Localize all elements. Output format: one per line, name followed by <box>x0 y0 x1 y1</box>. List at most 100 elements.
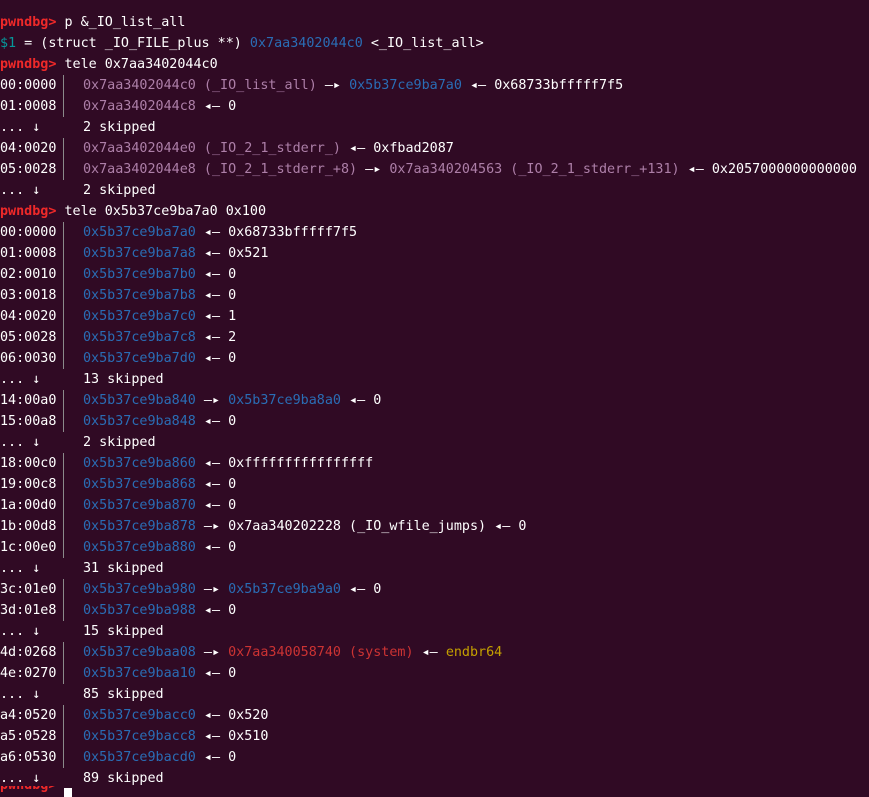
column-divider <box>63 306 64 327</box>
tele-row: a5:0528 0x5b37ce9bacc8 ◂— 0x510 <box>0 726 268 747</box>
skip-marker: ... ↓ <box>0 561 41 576</box>
skip-marker: ... ↓ <box>0 435 41 450</box>
arrow-left-icon: ◂— <box>195 540 229 555</box>
row-address: 0x5b37ce9ba7b0 <box>83 267 196 282</box>
column-divider <box>63 579 64 600</box>
tele-row: 01:0008 0x7aa3402044c8 ◂— 0 <box>0 96 236 117</box>
row-address: 0x7aa3402044c8 <box>83 99 196 114</box>
row-index: 3d:01e8 <box>0 603 57 618</box>
tele-row: 4e:0270 0x5b37ce9baa10 ◂— 0 <box>0 663 236 684</box>
tele-row: 19:00c8 0x5b37ce9ba868 ◂— 0 <box>0 474 236 495</box>
arrow-left-icon: ◂— <box>195 456 229 471</box>
tele-row: 1b:00d8 0x5b37ce9ba878 —▸ 0x7aa340202228 … <box>0 516 526 537</box>
column-divider <box>63 222 64 243</box>
row-address: 0x7aa3402044c0 <box>83 78 196 93</box>
row-index: 00:0000 <box>0 78 57 93</box>
row-pointer-symbol: (_IO_2_1_stderr_+131) <box>502 162 680 177</box>
row-address: 0x5b37ce9ba7b8 <box>83 288 196 303</box>
tele-row: 01:0008 0x5b37ce9ba7a8 ◂— 0x521 <box>0 243 268 264</box>
print-output: $1 = (struct _IO_FILE_plus **) 0x7aa3402… <box>0 33 484 54</box>
skip-marker: ... ↓ <box>0 372 41 387</box>
row-address: 0x5b37ce9ba880 <box>83 540 196 555</box>
column-divider <box>63 264 64 285</box>
row-value: 0x68733bfffff7f5 <box>228 225 358 240</box>
row-value: 0x520 <box>228 708 269 723</box>
skip-marker: ... ↓ <box>0 183 41 198</box>
arrow-left-icon: ◂— <box>486 519 519 534</box>
arrow-left-icon: ◂— <box>195 603 229 618</box>
row-index: 1c:00e0 <box>0 540 57 555</box>
tele-row: 04:0020 0x5b37ce9ba7c0 ◂— 1 <box>0 306 236 327</box>
row-value: 0 <box>228 414 237 429</box>
row-address: 0x5b37ce9ba860 <box>83 456 196 471</box>
row-value: 0 <box>228 477 237 492</box>
row-value: 0 <box>373 582 382 597</box>
row-value: 0 <box>228 267 237 282</box>
row-value: 2 <box>228 330 237 345</box>
skip-count: 85 skipped <box>83 687 164 702</box>
result-var: $1 <box>0 36 17 51</box>
row-address: 0x5b37ce9bacc8 <box>83 729 196 744</box>
arrow-left-icon: ◂— <box>195 477 229 492</box>
row-symbol: (_IO_2_1_stderr_) <box>195 141 341 156</box>
column-divider <box>63 474 64 495</box>
terminal-window[interactable]: pwndbg> p &_IO_list_all $1 = (struct _IO… <box>0 0 869 797</box>
column-divider <box>63 726 64 747</box>
row-symbol: (_IO_list_all) <box>195 78 317 93</box>
tele-row: 1a:00d0 0x5b37ce9ba870 ◂— 0 <box>0 495 236 516</box>
tele-row: 15:00a8 0x5b37ce9ba848 ◂— 0 <box>0 411 236 432</box>
arrow-left-icon: ◂— <box>195 666 229 681</box>
skip-count: 31 skipped <box>83 561 164 576</box>
command-text: tele 0x5b37ce9ba7a0 0x100 <box>56 204 267 219</box>
row-address: 0x5b37ce9ba868 <box>83 477 196 492</box>
row-index: 15:00a8 <box>0 414 57 429</box>
tele-row: 05:0028 0x7aa3402044e8 (_IO_2_1_stderr_+8… <box>0 159 857 180</box>
arrow-left-icon: ◂— <box>195 351 229 366</box>
tele-row: 3d:01e8 0x5b37ce9ba988 ◂— 0 <box>0 600 236 621</box>
skip-count: 89 skipped <box>83 771 164 786</box>
row-pointer: 0x5b37ce9ba7a0 <box>349 78 462 93</box>
row-index: 00:0000 <box>0 225 57 240</box>
row-value: 0 <box>228 750 237 765</box>
row-index: 19:00c8 <box>0 477 57 492</box>
row-address: 0x5b37ce9baa08 <box>83 645 196 660</box>
arrow-left-icon: ◂— <box>195 267 229 282</box>
row-pointer: 0x7aa340204563 <box>389 162 503 177</box>
arrow-right-icon: —▸ <box>195 645 229 660</box>
prompt: pwndbg> <box>0 786 64 796</box>
tele-row: 03:0018 0x5b37ce9ba7b8 ◂— 0 <box>0 285 236 306</box>
arrow-right-icon: —▸ <box>195 393 229 408</box>
skip-marker: ... ↓ <box>0 687 41 702</box>
arrow-right-icon: —▸ <box>357 162 390 177</box>
column-divider <box>63 411 64 432</box>
skip-marker: ... ↓ <box>0 624 41 639</box>
command-line: pwndbg> tele 0x5b37ce9ba7a0 0x100 <box>0 201 266 222</box>
tele-row: 00:0000 0x7aa3402044c0 (_IO_list_all) —▸ … <box>0 75 623 96</box>
row-value: 0 <box>228 99 237 114</box>
row-index: 18:00c0 <box>0 456 57 471</box>
result-symbol: <_IO_list_all> <box>362 36 484 51</box>
row-index: 4e:0270 <box>0 666 57 681</box>
skip-count: 13 skipped <box>83 372 164 387</box>
tele-row: 02:0010 0x5b37ce9ba7b0 ◂— 0 <box>0 264 236 285</box>
row-address: 0x5b37ce9ba878 <box>83 519 196 534</box>
column-divider <box>63 96 64 117</box>
row-address: 0x5b37ce9ba7c8 <box>83 330 196 345</box>
row-value: 0x521 <box>228 246 269 261</box>
skip-row: ... ↓ 85 skipped <box>0 684 164 705</box>
input-line[interactable]: pwndbg> <box>0 786 72 797</box>
text-cursor[interactable] <box>64 788 72 797</box>
row-value: 0 <box>373 393 382 408</box>
row-value: 0x68733bfffff7f5 <box>494 78 624 93</box>
column-divider <box>63 285 64 306</box>
row-value: 0 <box>228 288 237 303</box>
row-pointer: 0x7aa340058740 (system) <box>228 645 414 660</box>
tele-row: 1c:00e0 0x5b37ce9ba880 ◂— 0 <box>0 537 236 558</box>
arrow-right-icon: —▸ <box>316 78 350 93</box>
row-value: 0 <box>518 519 527 534</box>
tele-row: a6:0530 0x5b37ce9bacd0 ◂— 0 <box>0 747 236 768</box>
column-divider <box>63 453 64 474</box>
row-address: 0x5b37ce9ba980 <box>83 582 196 597</box>
tele-row: a4:0520 0x5b37ce9bacc0 ◂— 0x520 <box>0 705 268 726</box>
row-value: 0x2057000000000000 <box>711 162 857 177</box>
